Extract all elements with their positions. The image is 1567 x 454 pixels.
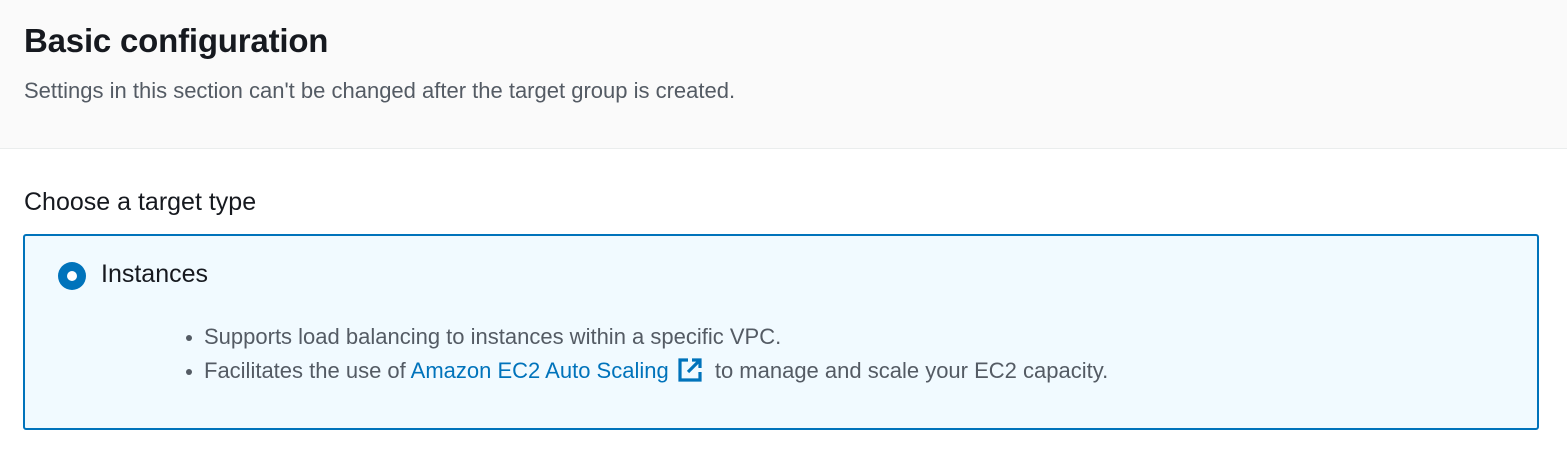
option-label-instances[interactable]: Instances [101, 260, 208, 289]
bullet-text: Supports load balancing to instances wit… [204, 324, 782, 349]
radio-selected-icon[interactable] [58, 262, 86, 290]
bullet-text-prefix: Facilitates the use of [204, 358, 411, 383]
option-description-list: Supports load balancing to instances wit… [180, 320, 1108, 388]
ec2-auto-scaling-link[interactable]: Amazon EC2 Auto Scaling [411, 358, 669, 383]
list-item: Supports load balancing to instances wit… [182, 320, 1108, 354]
section-description: Settings in this section can't be change… [24, 78, 736, 103]
section-title: Basic configuration [24, 22, 329, 59]
section-header: Basic configuration Settings in this sec… [0, 0, 1567, 149]
external-link-icon[interactable] [677, 357, 703, 383]
bullet-text-suffix: to manage and scale your EC2 capacity. [708, 358, 1109, 383]
radio-dot [67, 271, 77, 281]
list-item: Facilitates the use of Amazon EC2 Auto S… [182, 354, 1108, 388]
target-type-option-instances[interactable]: Instances Supports load balancing to ins… [23, 234, 1539, 430]
target-type-label: Choose a target type [24, 188, 257, 216]
